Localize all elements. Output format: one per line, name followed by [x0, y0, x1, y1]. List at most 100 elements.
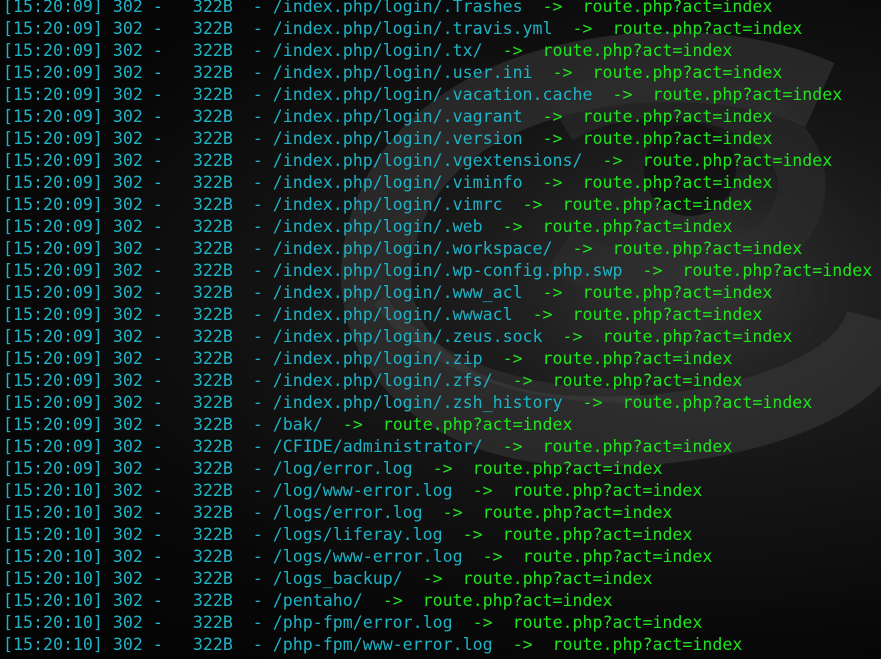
log-request-path: /logs/error.log: [272, 503, 423, 522]
log-status-code: 302: [112, 371, 143, 390]
log-timestamp: [15:20:09]: [3, 41, 103, 60]
log-response-size: 322B: [192, 19, 233, 38]
redirect-target: route.php?act=index: [612, 239, 803, 258]
log-status-code: 302: [112, 261, 143, 280]
redirect-arrow: ->: [602, 151, 623, 170]
redirect-arrow: ->: [512, 371, 533, 390]
log-status-code: 302: [112, 635, 143, 654]
log-timestamp: [15:20:09]: [3, 85, 103, 104]
log-timestamp: [15:20:09]: [3, 459, 103, 478]
log-response-size: 322B: [192, 525, 233, 544]
log-request-path: /index.php/login/.workspace/: [272, 239, 553, 258]
log-status-code: 302: [112, 613, 143, 632]
log-timestamp: [15:20:09]: [3, 173, 103, 192]
log-timestamp: [15:20:10]: [3, 613, 103, 632]
log-response-size: 322B: [192, 635, 233, 654]
log-line: [15:20:09] 302 - 322B - /index.php/login…: [3, 63, 783, 82]
log-request-path: /php-fpm/www-error.log: [272, 635, 493, 654]
log-status-code: 302: [112, 129, 143, 148]
log-timestamp: [15:20:09]: [3, 239, 103, 258]
log-line: [15:20:10] 302 - 322B - /logs_backup/ ->…: [3, 569, 653, 588]
log-request-path: /log/error.log: [272, 459, 413, 478]
redirect-target: route.php?act=index: [572, 305, 763, 324]
log-separator: -: [252, 415, 263, 434]
log-line: [15:20:10] 302 - 322B - /logs/liferay.lo…: [3, 525, 693, 544]
redirect-arrow: ->: [472, 613, 493, 632]
log-timestamp: [15:20:09]: [3, 283, 103, 302]
log-timestamp: [15:20:09]: [3, 305, 103, 324]
redirect-target: route.php?act=index: [582, 0, 773, 16]
log-timestamp: [15:20:09]: [3, 261, 103, 280]
log-line: [15:20:09] 302 - 322B - /index.php/login…: [3, 0, 872, 18]
redirect-target: route.php?act=index: [642, 151, 833, 170]
redirect-arrow: ->: [562, 327, 583, 346]
log-status-code: 302: [112, 85, 143, 104]
log-separator: -: [252, 393, 263, 412]
log-status-code: 302: [112, 151, 143, 170]
log-response-size: 322B: [192, 107, 233, 126]
log-separator: -: [252, 305, 263, 324]
redirect-target: route.php?act=index: [582, 173, 773, 192]
log-separator: -: [252, 437, 263, 456]
log-request-path: /index.php/login/.Trashes: [272, 0, 523, 16]
log-line: [15:20:09] 302 - 322B - /index.php/login…: [3, 239, 803, 258]
log-request-path: /index.php/login/.vagrant: [272, 107, 523, 126]
log-response-size: 322B: [192, 41, 233, 60]
redirect-arrow: ->: [542, 107, 563, 126]
log-request-path: /index.php/login/.viminfo: [272, 173, 523, 192]
log-line: [15:20:09] 302 - 322B - /index.php/login…: [3, 217, 733, 236]
redirect-target: route.php?act=index: [422, 591, 613, 610]
log-timestamp: [15:20:10]: [3, 635, 103, 654]
log-timestamp: [15:20:09]: [3, 0, 103, 16]
log-timestamp: [15:20:10]: [3, 525, 103, 544]
log-status-code: 302: [112, 107, 143, 126]
log-response-size: 322B: [192, 459, 233, 478]
log-timestamp: [15:20:09]: [3, 217, 103, 236]
log-response-size: 322B: [192, 569, 233, 588]
log-line: [15:20:09] 302 - 322B - /index.php/login…: [3, 85, 843, 104]
log-separator: -: [252, 85, 263, 104]
log-line: [15:20:09] 302 - 322B - /index.php/login…: [3, 107, 773, 126]
redirect-target: route.php?act=index: [502, 525, 693, 544]
log-separator: -: [252, 0, 263, 16]
redirect-target: route.php?act=index: [592, 63, 783, 82]
log-status-code: 302: [112, 217, 143, 236]
log-line: [15:20:09] 302 - 322B - /index.php/login…: [3, 305, 763, 324]
log-line: [15:20:09] 302 - 322B - /index.php/login…: [3, 41, 733, 60]
redirect-arrow: ->: [382, 591, 403, 610]
log-request-path: /index.php/login/.travis.yml: [272, 19, 553, 38]
log-separator: -: [252, 525, 263, 544]
redirect-arrow: ->: [502, 349, 523, 368]
log-line: [15:20:09] 302 - 322B - /CFIDE/administr…: [3, 437, 733, 456]
log-timestamp: [15:20:10]: [3, 503, 103, 522]
terminal-window[interactable]: [15:20:09] 302 - 322B - /index.php/login…: [0, 0, 881, 659]
log-separator: -: [252, 613, 263, 632]
log-line: [15:20:09] 302 - 322B - /log/error.log -…: [3, 459, 663, 478]
log-separator: -: [252, 19, 263, 38]
log-response-size: 322B: [192, 195, 233, 214]
log-status-code: 302: [112, 591, 143, 610]
log-separator: -: [252, 129, 263, 148]
log-separator: -: [252, 151, 263, 170]
redirect-target: route.php?act=index: [462, 569, 653, 588]
redirect-arrow: ->: [542, 0, 563, 16]
log-status-code: 302: [112, 19, 143, 38]
log-request-path: /index.php/login/.version: [272, 129, 523, 148]
log-line: [15:20:09] 302 - 322B - /index.php/login…: [3, 393, 813, 412]
log-request-path: /logs_backup/: [272, 569, 403, 588]
log-line: [15:20:09] 302 - 322B - /index.php/login…: [3, 173, 773, 192]
log-timestamp: [15:20:09]: [3, 393, 103, 412]
log-status-code: 302: [112, 63, 143, 82]
redirect-target: route.php?act=index: [552, 371, 743, 390]
log-timestamp: [15:20:09]: [3, 327, 103, 346]
redirect-target: route.php?act=index: [522, 547, 713, 566]
redirect-target: route.php?act=index: [542, 217, 733, 236]
log-response-size: 322B: [192, 0, 233, 16]
log-timestamp: [15:20:09]: [3, 63, 103, 82]
log-request-path: /index.php/login/.zsh_history: [272, 393, 563, 412]
log-separator: -: [252, 63, 263, 82]
log-line: [15:20:09] 302 - 322B - /index.php/login…: [3, 19, 803, 38]
log-line: [15:20:09] 302 - 322B - /index.php/login…: [3, 261, 873, 280]
redirect-target: route.php?act=index: [612, 19, 803, 38]
log-timestamp: [15:20:09]: [3, 19, 103, 38]
